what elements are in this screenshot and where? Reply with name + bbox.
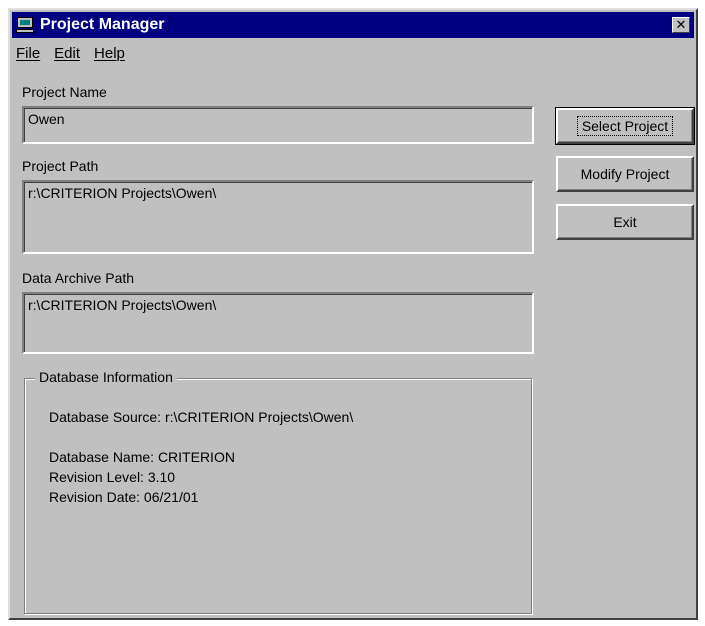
database-name: Database Name: CRITERION (49, 449, 235, 465)
project-path-label: Project Path (22, 158, 99, 174)
close-icon[interactable]: ✕ (672, 17, 690, 33)
exit-button[interactable]: Exit (556, 204, 694, 240)
menu-file[interactable]: File (14, 45, 42, 62)
project-name-field[interactable]: Owen (22, 106, 534, 144)
menu-help[interactable]: Help (92, 45, 127, 62)
project-manager-window: Project Manager ✕ File Edit Help Project… (8, 8, 698, 620)
menu-edit[interactable]: Edit (52, 45, 82, 62)
computer-icon[interactable] (16, 17, 34, 33)
exit-label: Exit (613, 214, 637, 230)
select-project-button[interactable]: Select Project (555, 107, 695, 145)
database-information-title: Database Information (35, 369, 177, 385)
menu-bar: File Edit Help (14, 42, 127, 64)
select-project-label: Select Project (576, 116, 674, 136)
title-bar[interactable]: Project Manager ✕ (12, 12, 694, 38)
archive-path-label: Data Archive Path (22, 270, 135, 286)
window-title: Project Manager (40, 16, 165, 33)
modify-project-button[interactable]: Modify Project (556, 156, 694, 192)
revision-level: Revision Level: 3.10 (49, 469, 176, 485)
database-information-group: Database Information Database Source: r:… (24, 369, 532, 614)
modify-project-label: Modify Project (580, 166, 670, 182)
project-path-field[interactable]: r:\CRITERION Projects\Owen\ (22, 180, 534, 254)
archive-path-field[interactable]: r:\CRITERION Projects\Owen\ (22, 292, 534, 354)
database-source: Database Source: r:\CRITERION Projects\O… (49, 409, 354, 425)
revision-date: Revision Date: 06/21/01 (49, 489, 199, 505)
project-name-label: Project Name (22, 84, 107, 100)
